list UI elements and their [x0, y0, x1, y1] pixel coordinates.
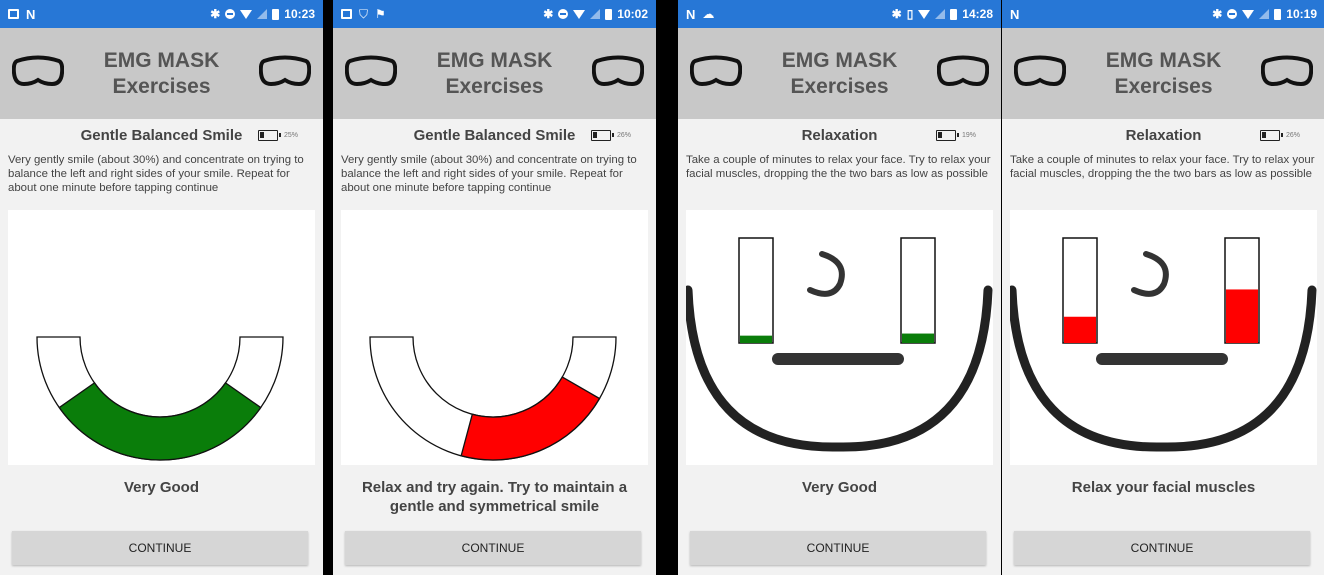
mask-icon — [1261, 55, 1313, 87]
smile-arc-fill — [58, 381, 262, 461]
face-outline — [1010, 285, 1317, 452]
exercise-instructions: Very gently smile (about 30%) and concen… — [8, 154, 304, 194]
feedback-text: Very Good — [801, 479, 878, 496]
right-bar-frame — [900, 237, 936, 344]
feedback-visual — [341, 210, 648, 465]
right-bar-level — [1226, 289, 1258, 343]
phone-screen-2: ⛉ ⚑ ✱ 10:02 EMG MASK Exercises Gentle Bal… — [333, 0, 656, 575]
mask-icon — [592, 55, 644, 87]
n-icon: N — [26, 6, 36, 22]
do-not-disturb-icon — [558, 9, 569, 19]
battery-status-icon — [272, 8, 280, 20]
visual-svg — [36, 336, 284, 461]
continue-button[interactable]: CONTINUE — [1014, 531, 1310, 565]
app-header: EMG MASK Exercises — [678, 28, 1001, 119]
face-outline — [686, 285, 993, 452]
image-icon — [341, 9, 352, 19]
visual-svg — [369, 336, 617, 461]
left-bar-level — [1064, 316, 1096, 343]
app-header: EMG MASK Exercises — [333, 28, 656, 119]
smile-arc-fill — [460, 376, 601, 461]
sensor-battery: 25% — [258, 130, 298, 141]
bluetooth-icon: ✱ — [891, 7, 902, 21]
do-not-disturb-icon — [225, 9, 236, 19]
phone-screen-4: N ✱ 10:19 EMG MASK Exercises Relaxation 2… — [1002, 0, 1324, 575]
battery-status-icon — [605, 8, 613, 20]
sensor-battery: 26% — [591, 130, 631, 141]
bluetooth-icon: ✱ — [1212, 7, 1223, 21]
sensor-battery: 26% — [1260, 130, 1300, 141]
battery-status-icon — [950, 8, 958, 20]
battery-icon — [591, 130, 614, 141]
wifi-icon — [240, 9, 253, 19]
continue-button[interactable]: CONTINUE — [345, 531, 641, 565]
wifi-icon — [1242, 9, 1255, 19]
right-bar-level — [902, 333, 934, 343]
flag-icon: ⚑ — [375, 7, 386, 21]
visual-svg — [1010, 237, 1317, 452]
exercise-instructions: Very gently smile (about 30%) and concen… — [341, 154, 637, 194]
image-icon — [8, 9, 19, 19]
battery-status-icon — [1274, 8, 1282, 20]
left-bar-frame — [738, 237, 774, 344]
status-time: 10:19 — [1286, 7, 1317, 21]
feedback-text: Relax your facial muscles — [1071, 479, 1256, 496]
shield-icon: ⛉ — [359, 6, 369, 21]
signal-icon — [590, 9, 601, 19]
exercise-instructions: Take a couple of minutes to relax your f… — [686, 154, 991, 180]
n-icon: N — [686, 6, 696, 22]
feedback-visual — [8, 210, 315, 465]
battery-icon — [258, 130, 281, 141]
status-time: 14:28 — [962, 7, 993, 21]
app-header: EMG MASK Exercises — [1002, 28, 1324, 119]
status-time: 10:23 — [284, 7, 315, 21]
continue-button[interactable]: CONTINUE — [12, 531, 308, 565]
status-time: 10:02 — [617, 7, 648, 21]
phone-screen-1: N ✱ 10:23 EMG MASK Exercises Gentle Balan… — [0, 0, 323, 575]
app-header: EMG MASK Exercises — [0, 28, 323, 119]
exercise-instructions: Take a couple of minutes to relax your f… — [1010, 154, 1315, 180]
status-bar: ⛉ ⚑ ✱ 10:02 — [333, 0, 656, 28]
left-bar-level — [740, 335, 772, 343]
status-bar: N ☁ ✱ ▯ 14:28 — [678, 0, 1001, 28]
status-bar: N ✱ 10:23 — [0, 0, 323, 28]
face-nose — [1131, 251, 1169, 297]
feedback-text: Very Good — [123, 479, 200, 496]
signal-icon — [935, 9, 946, 19]
sensor-battery: 19% — [936, 130, 976, 141]
cloud-icon: ☁ — [702, 7, 715, 21]
vibrate-icon: ▯ — [906, 7, 914, 21]
continue-button[interactable]: CONTINUE — [690, 531, 986, 565]
battery-icon — [1260, 130, 1283, 141]
n-icon: N — [1010, 6, 1020, 22]
mask-icon — [937, 55, 989, 87]
mask-icon — [259, 55, 311, 87]
battery-icon — [936, 130, 959, 141]
do-not-disturb-icon — [1227, 9, 1238, 19]
bluetooth-icon: ✱ — [543, 7, 554, 21]
status-bar: N ✱ 10:19 — [1002, 0, 1324, 28]
face-nose — [807, 251, 845, 297]
wifi-icon — [918, 9, 931, 19]
bluetooth-icon: ✱ — [210, 7, 221, 21]
feedback-visual — [686, 210, 993, 465]
feedback-text: Relax and try again. Try to maintain a g… — [361, 479, 628, 515]
wifi-icon — [573, 9, 586, 19]
signal-icon — [1259, 9, 1270, 19]
visual-svg — [686, 237, 993, 452]
signal-icon — [257, 9, 268, 19]
phone-screen-3: N ☁ ✱ ▯ 14:28 EMG MASK Exercises Relaxati… — [678, 0, 1001, 575]
feedback-visual — [1010, 210, 1317, 465]
